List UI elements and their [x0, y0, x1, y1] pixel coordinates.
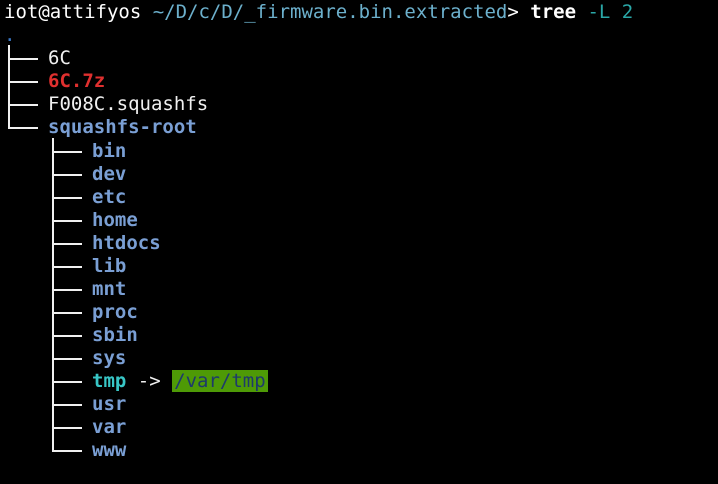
prompt-user-host: iot@attifyos [4, 1, 142, 23]
tree-branch-horizontal [8, 81, 38, 83]
tree-child-directory: lib [92, 255, 127, 277]
tree-entry-archive: 6C.7z [48, 70, 106, 92]
tree-entry-file: 6C [48, 47, 71, 69]
command-name: tree [530, 1, 577, 23]
tree-root: . [4, 24, 16, 46]
tree-child-directory: var [92, 416, 127, 438]
tree-child-directory: sbin [92, 324, 138, 346]
tree-child-directory: mnt [92, 278, 127, 300]
tree-child-directory: usr [92, 393, 127, 415]
tree-branch-horizontal [52, 381, 82, 383]
symlink-arrow: -> [137, 370, 161, 392]
tree-entry-directory: squashfs-root [48, 116, 197, 138]
tree-child-directory: dev [92, 163, 127, 185]
tree-child-directory: sys [92, 347, 127, 369]
tree-branch-horizontal [52, 197, 82, 199]
tree-branch-horizontal [52, 174, 82, 176]
tree-branch-horizontal [52, 151, 82, 153]
prompt-cwd: ~/D/c/D/_firmware.bin.extracted [152, 1, 508, 23]
symlink-name: tmp [92, 370, 127, 392]
tree-branch-horizontal [52, 289, 82, 291]
tree-child-directory: www [92, 439, 127, 461]
tree-branch-horizontal [8, 58, 38, 60]
tree-child-directory: home [92, 209, 138, 231]
tree-child-symlink: tmp -> /var/tmp [92, 370, 268, 393]
tree-child-directory: bin [92, 140, 127, 162]
prompt-symbol: > [507, 1, 519, 23]
tree-branch-horizontal [52, 243, 82, 245]
tree-branch-horizontal [8, 104, 38, 106]
tree-branch-horizontal [52, 358, 82, 360]
command-args: -L 2 [587, 1, 634, 23]
tree-branch-horizontal [52, 312, 82, 314]
terminal-window[interactable]: iot@attifyos ~/D/c/D/_firmware.bin.extra… [0, 0, 718, 484]
symlink-target: /var/tmp [172, 370, 268, 392]
tree-branch-horizontal [52, 404, 82, 406]
prompt-line: iot@attifyos ~/D/c/D/_firmware.bin.extra… [4, 1, 633, 24]
tree-child-directory: htdocs [92, 232, 161, 254]
tree-branch-horizontal [52, 335, 82, 337]
tree-branch-horizontal [52, 427, 82, 429]
tree-child-directory: proc [92, 301, 138, 323]
tree-branch-horizontal [52, 450, 82, 452]
tree-entry-file: F008C.squashfs [48, 93, 209, 115]
tree-branch-horizontal [52, 266, 82, 268]
tree-branch-horizontal [52, 220, 82, 222]
tree-branch-horizontal [8, 127, 38, 129]
tree-child-directory: etc [92, 186, 127, 208]
